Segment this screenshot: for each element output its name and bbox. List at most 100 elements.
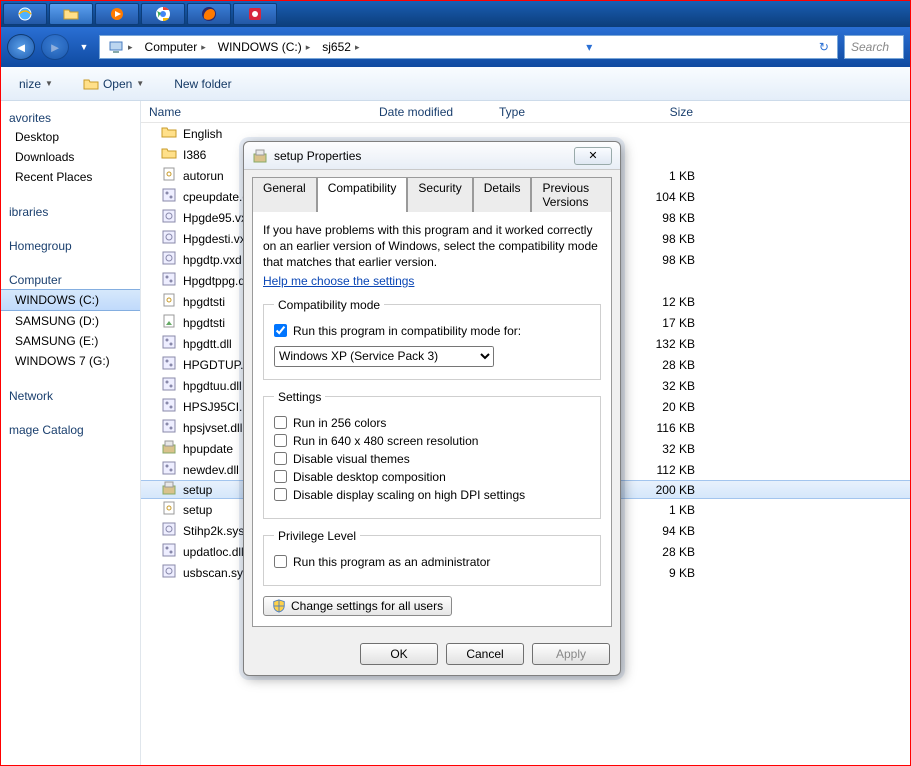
file-size: 28 KB [631,358,701,372]
sidebar-item-drive-c[interactable]: WINDOWS (C:) [1,289,140,311]
firefox-icon [201,6,217,22]
cancel-button[interactable]: Cancel [446,643,524,665]
tab-compatibility[interactable]: Compatibility [317,177,408,212]
file-name: setup [183,483,212,497]
group-settings: Settings Run in 256 colors Run in 640 x … [263,390,601,519]
cb-composition[interactable] [274,470,287,483]
col-date[interactable]: Date modified [371,105,491,119]
tab-panel: If you have problems with this program a… [252,211,612,627]
file-size: 32 KB [631,442,701,456]
sidebar-item-drive-e[interactable]: SAMSUNG (E:) [1,331,140,351]
tab-general[interactable]: General [252,177,317,212]
open-button[interactable]: Open ▼ [75,72,152,96]
breadcrumb[interactable]: ▸ Computer▸ WINDOWS (C:)▸ sj652▸ ▾ ↻ [99,35,838,59]
sidebar-item-drive-d[interactable]: SAMSUNG (D:) [1,311,140,331]
sidebar-item-desktop[interactable]: Desktop [1,127,140,147]
nav-header-catalog: mage Catalog [1,417,140,439]
legend-priv: Privilege Level [274,529,360,543]
file-size: 94 KB [631,524,701,538]
apply-button[interactable]: Apply [532,643,610,665]
cb-256[interactable] [274,416,287,429]
group-privilege: Privilege Level Run this program as an a… [263,529,601,586]
cb-run-compat[interactable] [274,324,287,337]
organize-button[interactable]: nize ▼ [11,73,61,95]
tab-previous-versions[interactable]: Previous Versions [531,177,612,212]
file-name: I386 [183,148,206,162]
cb-640[interactable] [274,434,287,447]
cb-admin[interactable] [274,555,287,568]
sidebar-item-downloads[interactable]: Downloads [1,147,140,167]
file-name: English [183,127,222,141]
file-name: usbscan.sys [183,566,249,580]
shield-icon [272,599,286,613]
taskbar-firefox[interactable] [187,3,231,25]
computer-icon [108,39,124,55]
refresh-button[interactable]: ↻ [813,40,835,54]
nav-header-homegroup: Homegroup [1,233,140,255]
file-icon [161,355,177,374]
file-name: hpsjvset.dll [183,421,242,435]
help-link[interactable]: Help me choose the settings [263,274,414,288]
dialog-buttons: OK Cancel Apply [244,635,620,675]
lbl-dpi: Disable display scaling on high DPI sett… [293,488,525,502]
tab-security[interactable]: Security [407,177,472,212]
chrome-icon [155,6,171,22]
address-dropdown[interactable]: ▾ [580,40,598,54]
taskbar-snagit[interactable] [233,3,277,25]
address-bar: ◄ ► ▼ ▸ Computer▸ WINDOWS (C:)▸ sj652▸ ▾… [1,27,910,67]
toolbar: nize ▼ Open ▼ New folder [1,67,910,101]
tab-details[interactable]: Details [473,177,532,212]
wmp-icon [109,6,125,22]
column-headers[interactable]: Name Date modified Type Size [141,101,910,123]
file-name: Hpgdesti.vxd [183,232,252,246]
file-name: hpgdtsti [183,316,225,330]
taskbar-explorer[interactable] [49,3,93,25]
file-icon [161,313,177,332]
file-size: 1 KB [631,169,701,183]
file-size: 98 KB [631,253,701,267]
open-icon [83,76,99,92]
breadcrumb-item[interactable]: sj652▸ [316,36,365,58]
file-size: 32 KB [631,379,701,393]
combo-os[interactable]: Windows XP (Service Pack 3) [274,346,494,367]
file-name: newdev.dll [183,463,239,477]
history-dropdown[interactable]: ▼ [75,38,93,56]
file-icon [161,271,177,290]
taskbar-chrome[interactable] [141,3,185,25]
btn-all-users[interactable]: Change settings for all users [263,596,452,616]
dialog-titlebar[interactable]: setup Properties ✕ [244,142,620,170]
cb-dpi[interactable] [274,488,287,501]
close-button[interactable]: ✕ [574,147,612,165]
group-compat-mode: Compatibility mode Run this program in c… [263,298,601,380]
col-type[interactable]: Type [491,105,631,119]
ok-button[interactable]: OK [360,643,438,665]
breadcrumb-item[interactable]: Computer▸ [139,36,212,58]
taskbar-ie[interactable] [3,3,47,25]
file-size: 116 KB [631,421,701,435]
nav-header-libraries: ibraries [1,199,140,221]
file-icon [161,563,177,582]
cb-visual[interactable] [274,452,287,465]
lbl-admin: Run this program as an administrator [293,555,490,569]
col-name[interactable]: Name [141,105,371,119]
file-name: hpgdtt.dll [183,337,232,351]
back-button[interactable]: ◄ [7,34,35,60]
col-size[interactable]: Size [631,105,701,119]
sidebar-item-recent[interactable]: Recent Places [1,167,140,187]
newfolder-button[interactable]: New folder [166,73,239,95]
breadcrumb-item[interactable]: WINDOWS (C:)▸ [212,36,317,58]
file-icon [161,292,177,311]
file-size: 132 KB [631,337,701,351]
taskbar-wmp[interactable] [95,3,139,25]
taskbar [1,1,910,27]
search-input[interactable]: Search [844,35,904,59]
lbl-640: Run in 640 x 480 screen resolution [293,434,478,448]
sidebar-item-drive-g[interactable]: WINDOWS 7 (G:) [1,351,140,371]
file-icon [161,334,177,353]
file-icon [161,418,177,437]
forward-button[interactable]: ► [41,34,69,60]
intro-text: If you have problems with this program a… [263,222,601,271]
file-icon [161,500,177,519]
breadcrumb-root[interactable]: ▸ [102,36,139,58]
file-icon [161,460,177,479]
